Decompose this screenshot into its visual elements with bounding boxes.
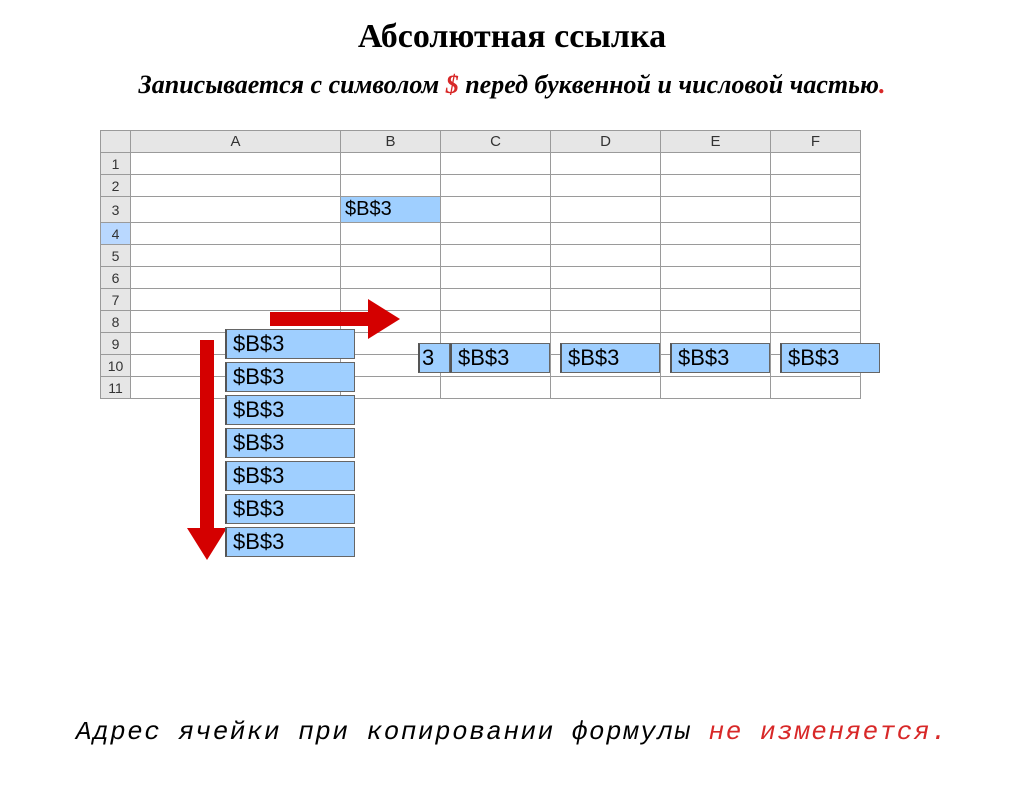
row-header-10: 10	[101, 355, 131, 377]
col-header-F: F	[771, 131, 861, 153]
copied-cell-horiz-4: $B$3	[780, 343, 880, 373]
copied-cell-vert-4: $B$3	[225, 428, 355, 458]
footer-black: Адрес ячейки при копировании формулы	[76, 717, 692, 747]
cell-B3: $B$3	[341, 197, 441, 223]
row-header-11: 11	[101, 377, 131, 399]
copied-cell-horiz-3: $B$3	[670, 343, 770, 373]
copied-cell-horiz-2: $B$3	[560, 343, 660, 373]
col-header-A: A	[131, 131, 341, 153]
subtitle-post: перед буквенной и числовой частью	[459, 70, 879, 99]
row-header-4: 4	[101, 223, 131, 245]
subtitle-dot: .	[879, 70, 886, 99]
footer-red: не изменяется.	[692, 717, 949, 747]
copied-cell-horiz-label: 3	[418, 343, 450, 373]
row-header-8: 8	[101, 311, 131, 333]
row-header-3: 3	[101, 197, 131, 223]
column-header-row: A B C D E F	[101, 131, 861, 153]
corner-cell	[101, 131, 131, 153]
copied-cell-vert-3: $B$3	[225, 395, 355, 425]
copied-cell-vert-6: $B$3	[225, 494, 355, 524]
dollar-symbol: $	[446, 70, 459, 99]
col-header-E: E	[661, 131, 771, 153]
subtitle-pre: Записывается с символом	[139, 70, 446, 99]
footer-text: Адрес ячейки при копировании формулы не …	[0, 717, 1024, 747]
copied-cell-vert-2: $B$3	[225, 362, 355, 392]
copied-cell-vert-7: $B$3	[225, 527, 355, 557]
subtitle: Записывается с символом $ перед буквенно…	[20, 70, 1004, 100]
row-header-1: 1	[101, 153, 131, 175]
page-title: Абсолютная ссылка	[0, 18, 1024, 56]
row-header-5: 5	[101, 245, 131, 267]
copied-cell-horiz-1: $B$3	[450, 343, 550, 373]
row-header-2: 2	[101, 175, 131, 197]
col-header-B: B	[341, 131, 441, 153]
row-header-6: 6	[101, 267, 131, 289]
col-header-D: D	[551, 131, 661, 153]
row-header-7: 7	[101, 289, 131, 311]
row-header-9: 9	[101, 333, 131, 355]
copied-cell-vert-5: $B$3	[225, 461, 355, 491]
copied-cell-vert-1: $B$3	[225, 329, 355, 359]
col-header-C: C	[441, 131, 551, 153]
spreadsheet-illustration: A B C D E F 1 2 3 $B$3 4 5 6 7 8 9 10 11…	[70, 130, 950, 590]
arrow-down-icon	[190, 340, 222, 560]
